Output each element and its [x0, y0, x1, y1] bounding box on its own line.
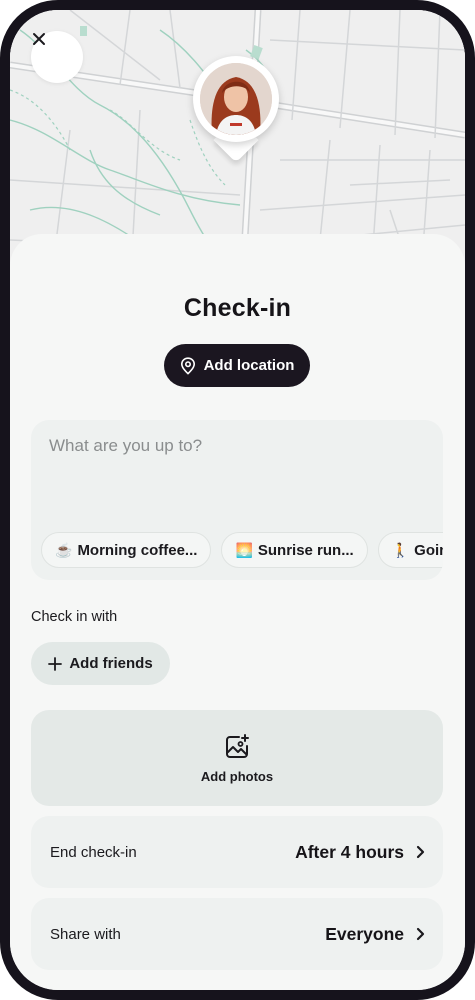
chevron-right-icon — [416, 845, 425, 859]
share-with-label: Share with — [50, 925, 121, 943]
end-check-in-label: End check-in — [50, 843, 137, 861]
avatar-portrait — [200, 63, 272, 135]
add-photos-label: Add photos — [200, 768, 274, 784]
share-with-value: Everyone — [325, 923, 404, 944]
suggestion-chip-label: Morning coffee... — [77, 541, 198, 559]
add-location-button[interactable]: Add location — [164, 344, 310, 387]
chevron-right-icon — [416, 927, 425, 941]
end-check-in-value: After 4 hours — [295, 841, 404, 862]
status-input[interactable] — [49, 436, 419, 496]
add-friends-label: Add friends — [69, 655, 153, 672]
page-title: Check-in — [183, 294, 292, 322]
add-photos-button[interactable]: Add photos — [31, 710, 443, 806]
plus-icon — [48, 656, 63, 671]
check-in-with-label: Check in with — [31, 609, 118, 625]
check-in-sheet: Check-in Add location ☕ Morning coffee..… — [10, 234, 465, 990]
suggestion-chip-sunrise-run[interactable]: 🌅 Sunrise run... — [221, 532, 368, 568]
suggestion-chip-going[interactable]: 🚶 Goin — [377, 532, 443, 568]
suggestion-chips: ☕ Morning coffee... 🌅 Sunrise run... 🚶 G… — [41, 532, 443, 568]
share-with-row[interactable]: Share with Everyone — [31, 898, 443, 970]
user-location-pin — [193, 56, 279, 168]
add-location-label: Add location — [203, 357, 295, 374]
share-with-value-group: Everyone — [325, 924, 425, 945]
add-friends-button[interactable]: Add friends — [31, 642, 170, 685]
walking-person-icon: 🚶 — [391, 541, 410, 558]
end-check-in-row[interactable]: End check-in After 4 hours — [31, 816, 443, 888]
suggestion-chip-label: Sunrise run... — [257, 541, 354, 559]
coffee-icon: ☕ — [55, 541, 73, 558]
location-pin-icon — [180, 356, 195, 375]
add-photo-icon — [226, 733, 249, 758]
close-button[interactable] — [31, 31, 83, 83]
end-check-in-value-group: After 4 hours — [295, 842, 425, 863]
suggestion-chip-label: Goin — [414, 541, 443, 559]
close-icon — [33, 33, 45, 45]
phone-frame: Check-in Add location ☕ Morning coffee..… — [0, 0, 475, 1000]
sunrise-icon: 🌅 — [235, 541, 253, 558]
status-composer: ☕ Morning coffee... 🌅 Sunrise run... 🚶 G… — [31, 420, 443, 580]
suggestion-chip-morning-coffee[interactable]: ☕ Morning coffee... — [41, 532, 212, 568]
avatar — [200, 63, 272, 135]
